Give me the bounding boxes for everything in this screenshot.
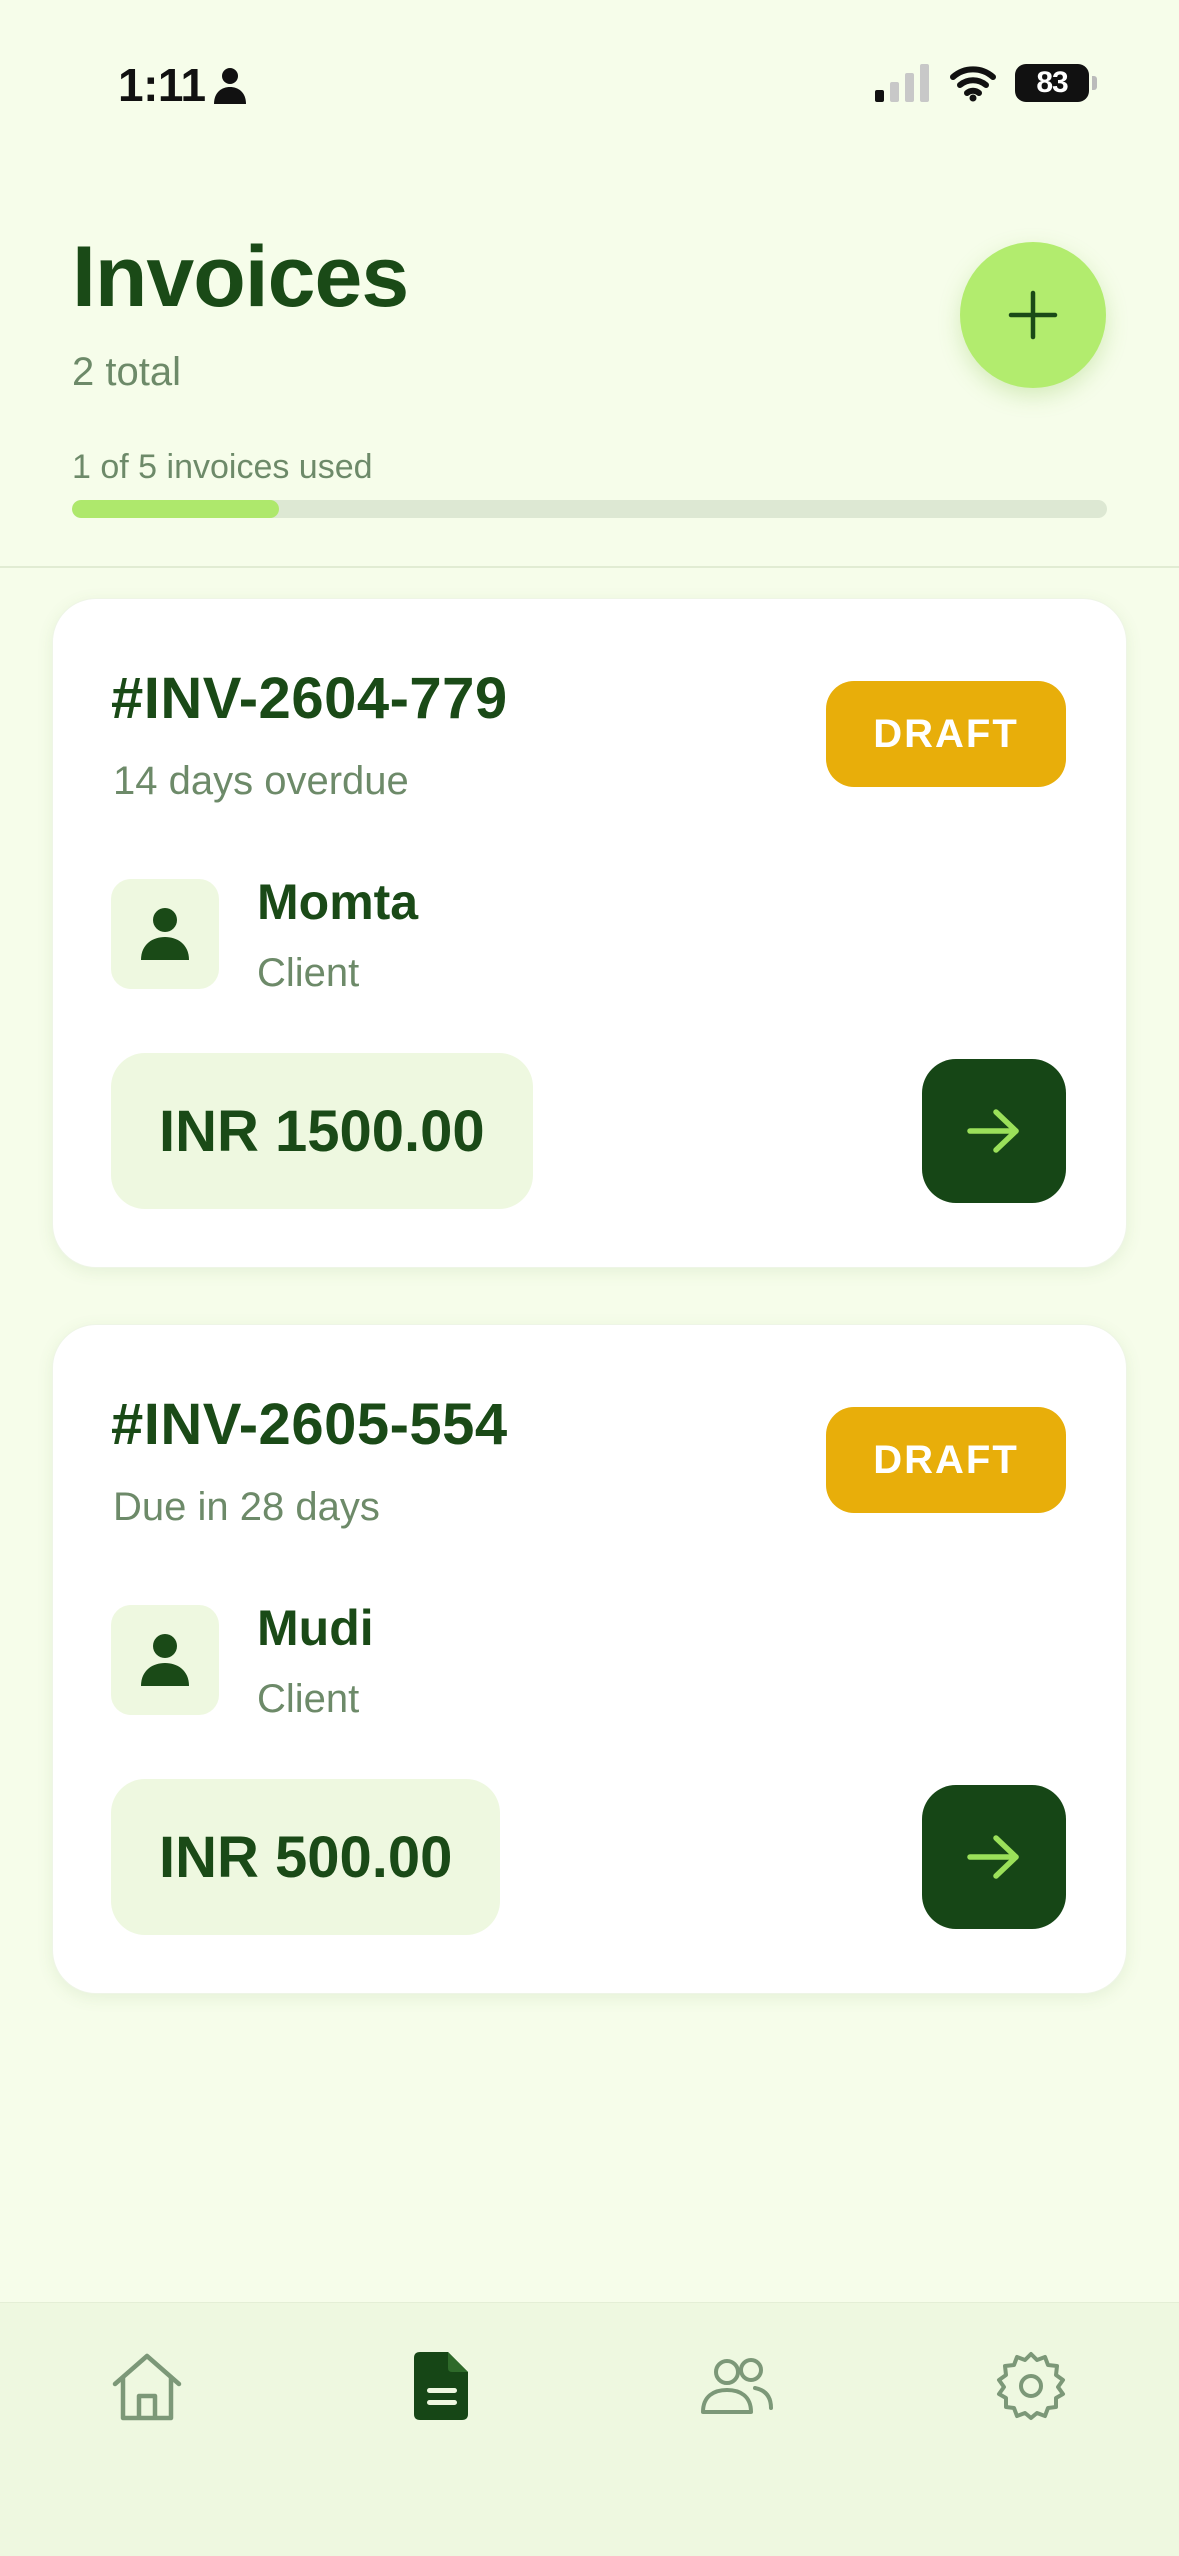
invoice-amount: INR 1500.00: [111, 1053, 533, 1209]
arrow-right-icon: [967, 1835, 1019, 1879]
invoice-number: #INV-2605-554: [111, 1392, 508, 1457]
status-badge: DRAFT: [826, 1407, 1066, 1513]
signal-icon: [875, 64, 929, 102]
invoices-screen: 1:11 83 Invoices 2 total 1 of 5 invoices…: [0, 0, 1179, 2556]
person-icon: [214, 68, 246, 104]
nav-invoices[interactable]: [397, 2341, 487, 2431]
status-badge: DRAFT: [826, 681, 1066, 787]
invoice-due-text: 14 days overdue: [113, 759, 409, 803]
home-icon: [112, 2353, 182, 2421]
client-name: Momta: [257, 874, 419, 930]
battery-icon: 83: [1015, 64, 1097, 102]
client-avatar: [111, 1605, 219, 1715]
arrow-right-icon: [967, 1109, 1019, 1153]
plus-icon: [1008, 290, 1058, 340]
invoice-usage-progress-fill: [72, 500, 279, 518]
invoice-number: #INV-2604-779: [111, 666, 508, 731]
invoice-usage-text: 1 of 5 invoices used: [72, 448, 373, 486]
wifi-icon: [950, 66, 996, 102]
invoice-card[interactable]: #INV-2604-779 14 days overdue DRAFT Momt…: [52, 598, 1127, 1268]
add-invoice-button[interactable]: [960, 242, 1106, 388]
person-icon: [141, 1634, 189, 1686]
invoice-usage-progress: [72, 500, 1107, 518]
page-header: Invoices 2 total 1 of 5 invoices used: [0, 170, 1179, 568]
client-role: Client: [257, 1677, 360, 1721]
battery-level: 83: [1036, 66, 1068, 99]
clients-icon: [701, 2358, 773, 2414]
client-role: Client: [257, 951, 360, 995]
status-bar: 1:11 83: [0, 0, 1179, 170]
page-title: Invoices: [72, 229, 409, 325]
nav-settings[interactable]: [986, 2341, 1076, 2431]
client-avatar: [111, 879, 219, 989]
open-invoice-button[interactable]: [922, 1059, 1066, 1203]
client-name: Mudi: [257, 1600, 374, 1656]
total-count: 2 total: [72, 350, 181, 394]
invoice-amount: INR 500.00: [111, 1779, 501, 1935]
person-icon: [141, 908, 189, 960]
bottom-nav: [0, 2302, 1179, 2556]
invoice-due-text: Due in 28 days: [113, 1485, 380, 1529]
nav-home[interactable]: [102, 2341, 192, 2431]
settings-icon: [997, 2352, 1065, 2420]
status-time: 1:11: [118, 59, 206, 111]
open-invoice-button[interactable]: [922, 1785, 1066, 1929]
status-right: 83: [875, 64, 1097, 102]
invoices-icon: [414, 2352, 468, 2420]
nav-clients[interactable]: [692, 2341, 782, 2431]
invoice-card[interactable]: #INV-2605-554 Due in 28 days DRAFT Mudi …: [52, 1324, 1127, 1994]
